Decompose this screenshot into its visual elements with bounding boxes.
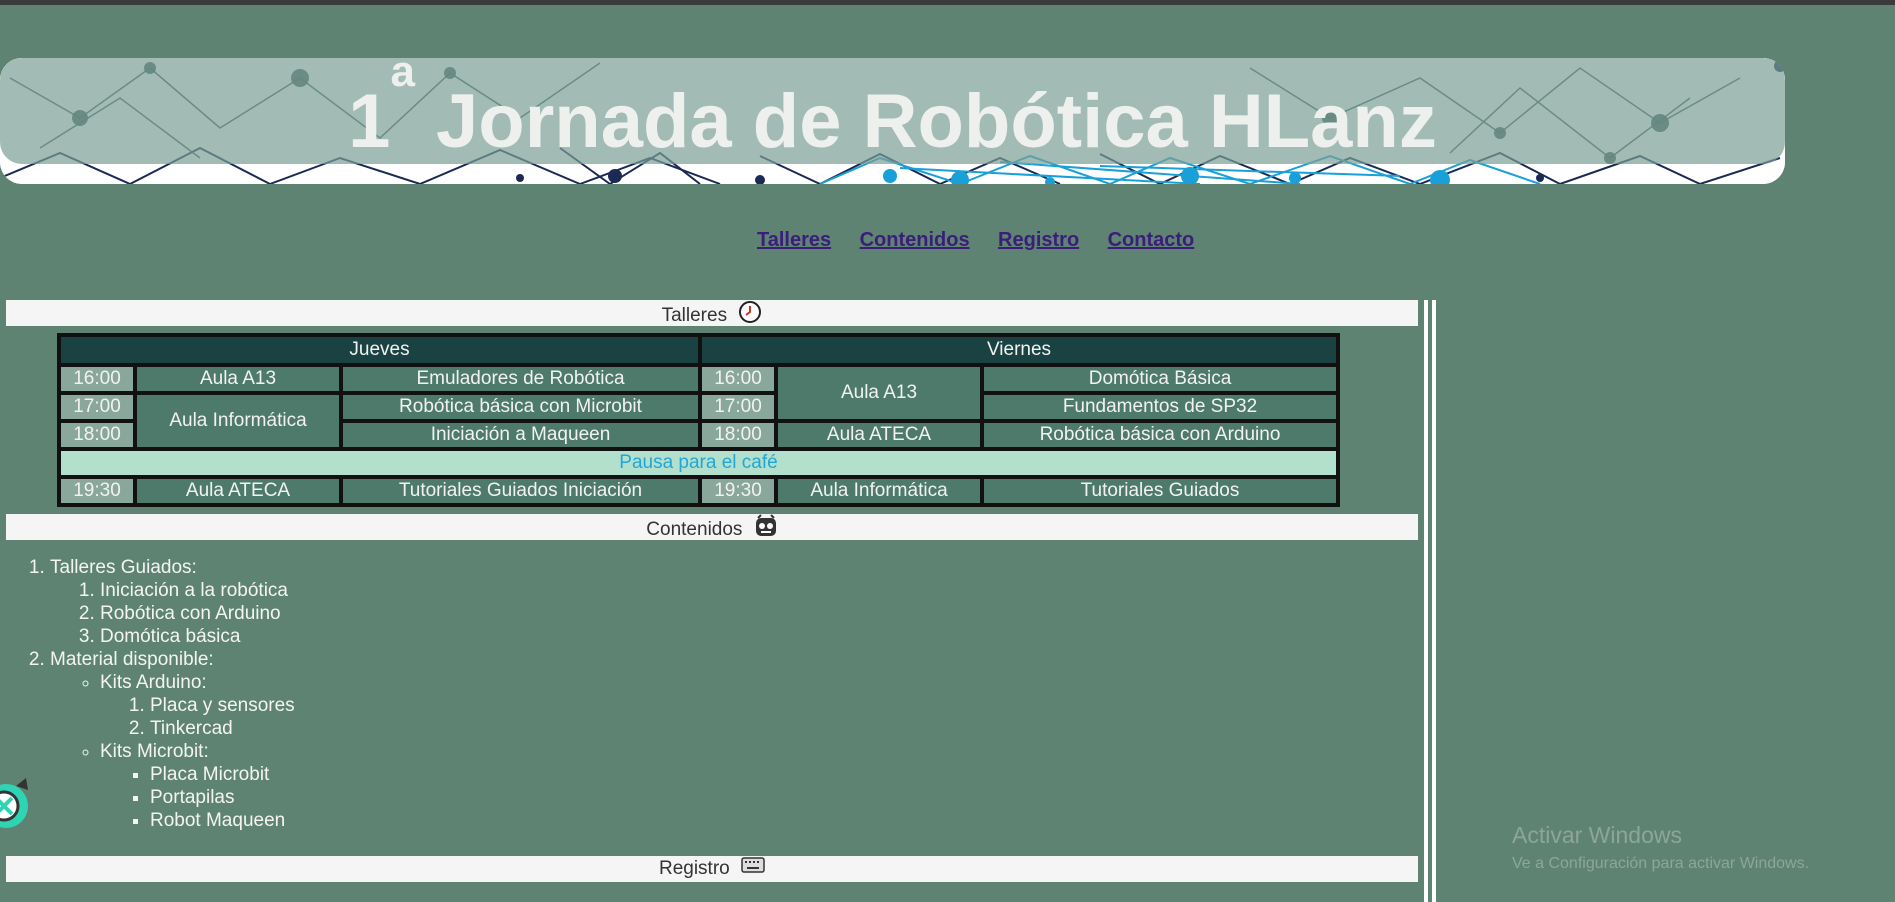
list-item: Iniciación a la robótica — [100, 579, 700, 602]
list-item: Placa y sensores — [150, 694, 700, 717]
list-item: Robótica con Arduino — [100, 602, 700, 625]
section-header-talleres: Talleres — [6, 300, 1418, 326]
section-title: Registro — [658, 858, 730, 880]
room-cell: Aula Informática — [776, 477, 982, 505]
room-cell: Aula ATECA — [135, 477, 341, 505]
list-item: Talleres Guiados: Iniciación a la robóti… — [50, 556, 700, 648]
room-cell: Aula A13 — [776, 365, 982, 421]
list-item: Robot Maqueen — [150, 809, 700, 832]
activity-cell: Fundamentos de SP32 — [982, 393, 1338, 421]
schedule-table: Jueves Viernes 16:00 Aula A13 Emuladores… — [57, 333, 1340, 507]
robot-face-icon — [754, 514, 778, 546]
day-header-viernes: Viernes — [700, 335, 1338, 365]
table-row: 16:00 Aula A13 Emuladores de Robótica 16… — [59, 365, 1338, 421]
time-cell: 17:00 — [59, 393, 135, 421]
table-header-row: Jueves Viernes — [59, 335, 1338, 365]
nav-link-contenidos[interactable]: Contenidos — [860, 229, 970, 251]
activity-cell: Tutoriales Guiados Iniciación — [341, 477, 700, 505]
activity-cell: Emuladores de Robótica — [341, 365, 700, 393]
list-item: Tinkercad — [150, 717, 700, 740]
room-cell: Aula A13 — [135, 365, 341, 393]
section-header-registro: Registro — [6, 856, 1418, 882]
room-cell: Aula ATECA — [776, 421, 982, 449]
main-nav: Talleres Contenidos Registro Contacto — [757, 229, 1218, 253]
list-item: Material disponible: Kits Arduino: Placa… — [50, 648, 700, 832]
table-row: 17:00 Aula Informática Robótica básica c… — [59, 393, 1338, 449]
pause-cell: Pausa para el café — [59, 449, 1338, 477]
list-item: Placa Microbit — [150, 763, 700, 786]
browser-top-bar — [0, 0, 1895, 5]
time-cell: 16:00 — [700, 365, 776, 393]
day-header-jueves: Jueves — [59, 335, 700, 365]
activity-cell: Iniciación a Maqueen — [341, 421, 700, 449]
page-title: 1a Jornada de Robótica HLanz — [348, 58, 1437, 164]
list-item: Portapilas — [150, 786, 700, 809]
time-cell: 18:00 — [700, 421, 776, 449]
time-cell: 19:30 — [700, 477, 776, 505]
time-cell: 18:00 — [59, 421, 135, 449]
list-item: Kits Microbit: Placa Microbit Portapilas… — [100, 740, 700, 832]
contents-list: Talleres Guiados: Iniciación a la robóti… — [0, 556, 700, 832]
activity-cell: Domótica Básica — [982, 365, 1338, 393]
time-cell: 16:00 — [59, 365, 135, 393]
section-title: Talleres — [661, 305, 728, 327]
keyboard-icon — [741, 856, 765, 882]
time-cell: 19:30 — [59, 477, 135, 505]
divider-line — [1424, 300, 1428, 902]
activity-cell: Tutoriales Guiados — [982, 477, 1338, 505]
room-cell: Aula Informática — [135, 393, 341, 449]
list-item: Domótica básica — [100, 625, 700, 648]
activity-cell: Robótica básica con Arduino — [982, 421, 1338, 449]
nav-link-talleres[interactable]: Talleres — [757, 229, 831, 251]
windows-activation-subtitle: Ve a Configuración para activar Windows. — [1512, 855, 1810, 872]
nav-link-registro[interactable]: Registro — [998, 229, 1079, 251]
header-banner: 1a Jornada de Robótica HLanz — [0, 58, 1785, 184]
table-row: 19:30 Aula ATECA Tutoriales Guiados Inic… — [59, 477, 1338, 505]
section-title: Contenidos — [646, 519, 743, 541]
windows-activation-title: Activar Windows — [1512, 822, 1682, 848]
activity-cell: Robótica básica con Microbit — [341, 393, 700, 421]
section-header-contenidos: Contenidos — [6, 514, 1418, 540]
floating-robot-icon[interactable] — [0, 772, 36, 832]
divider-line — [1432, 300, 1436, 902]
nav-link-contacto[interactable]: Contacto — [1108, 229, 1195, 251]
clock-icon — [738, 300, 762, 332]
pause-row: Pausa para el café — [59, 449, 1338, 477]
time-cell: 17:00 — [700, 393, 776, 421]
list-item: Kits Arduino: Placa y sensores Tinkercad — [100, 671, 700, 740]
